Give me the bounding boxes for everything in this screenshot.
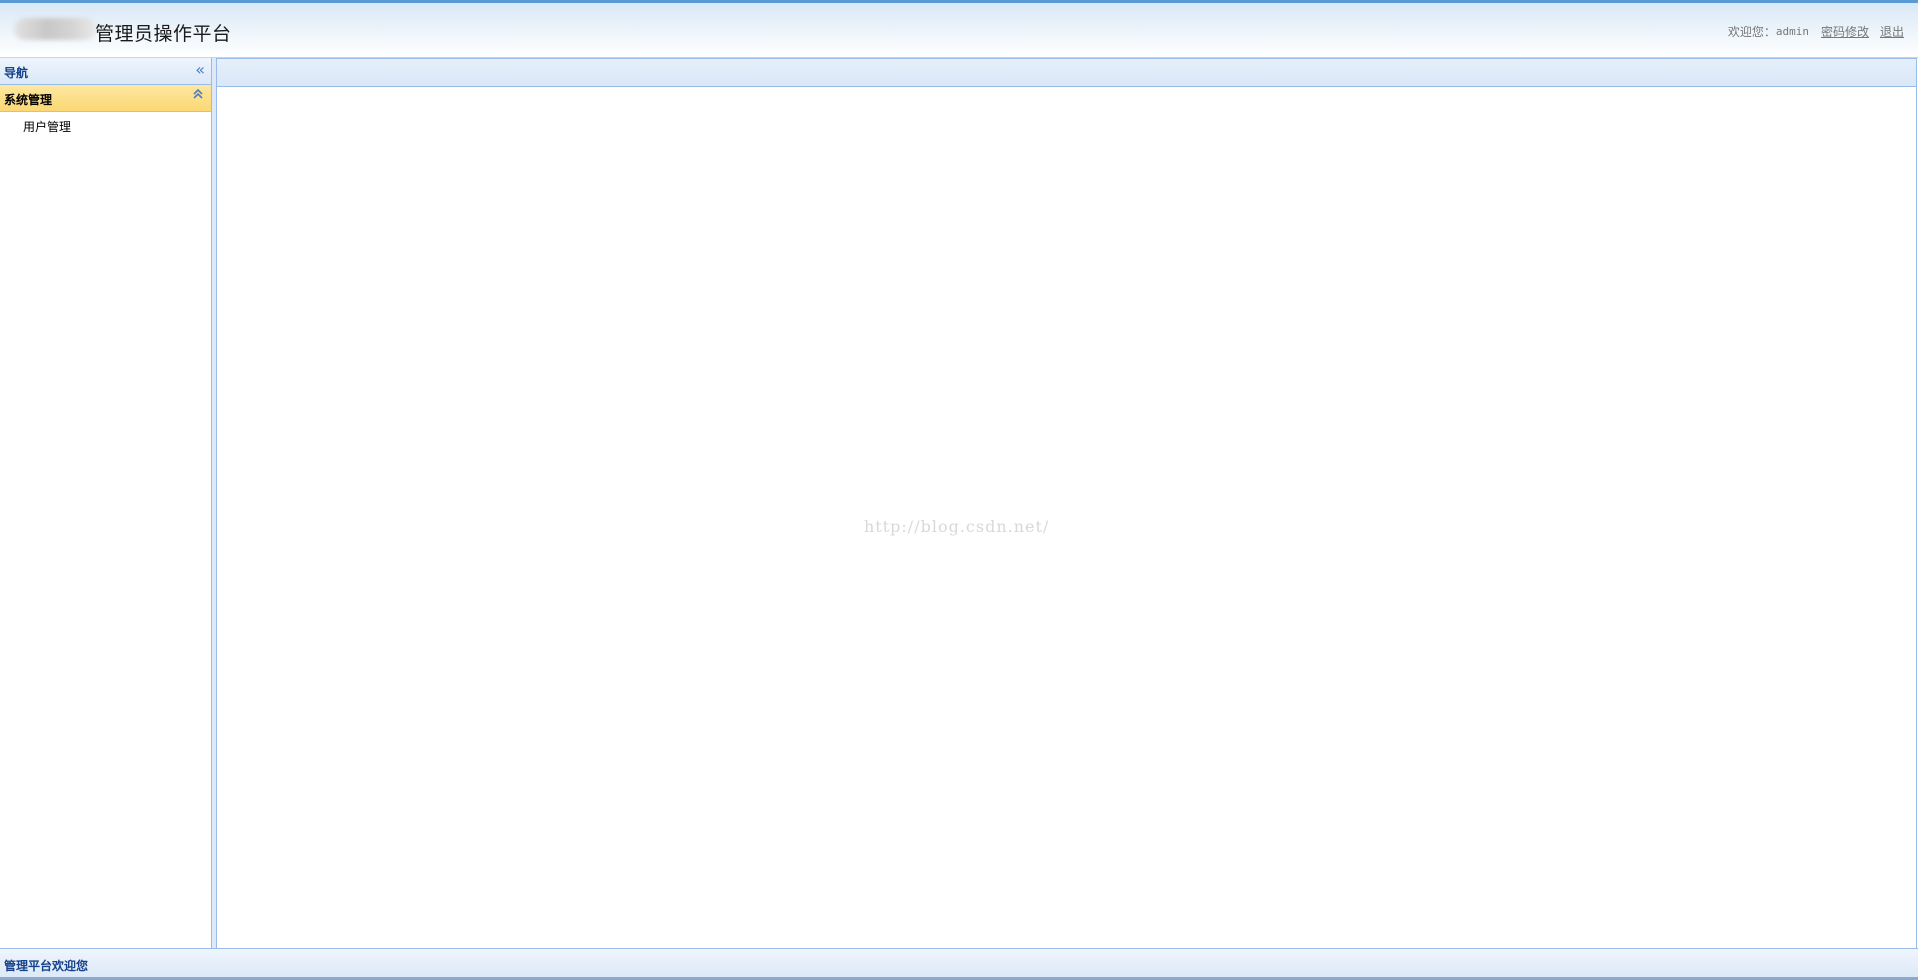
double-chevron-up-svg — [193, 88, 203, 99]
welcome-label: 欢迎您： — [1727, 25, 1776, 39]
watermark: http://blog.csdn.net/ — [864, 517, 1050, 536]
sidebar-group-system[interactable]: 系统管理 — [0, 85, 211, 112]
sidebar-item-user-management[interactable]: 用户管理 — [23, 118, 71, 135]
main-panel: http://blog.csdn.net/ — [217, 58, 1917, 948]
change-password-link[interactable]: 密码修改 — [1821, 23, 1869, 40]
blurred-logo — [14, 18, 96, 40]
footer-status: 管理平台欢迎您 — [4, 959, 89, 973]
tab-strip — [217, 58, 1916, 87]
content-area: http://blog.csdn.net/ — [217, 87, 1916, 948]
double-chevron-left-icon[interactable]: « — [195, 61, 205, 79]
nav-title: 导航 — [4, 66, 29, 80]
app-title: 管理员操作平台 — [95, 23, 232, 45]
sidebar-group-label: 系统管理 — [4, 93, 53, 107]
user-area: 欢迎您： admin 密码修改 退出 — [1728, 23, 1904, 40]
footer-bar: 管理平台欢迎您 — [0, 948, 1918, 980]
header-bar: 管理员操作平台 欢迎您： admin 密码修改 退出 — [0, 0, 1918, 58]
sidebar: 导航 « 系统管理 用户管理 — [0, 58, 212, 948]
logout-link[interactable]: 退出 — [1880, 23, 1904, 40]
double-chevron-up-icon[interactable] — [192, 88, 204, 106]
username: admin — [1775, 25, 1809, 38]
admin-page: 管理员操作平台 欢迎您： admin 密码修改 退出 导航 « 系统管理 用户管… — [0, 0, 1918, 980]
nav-panel-header: 导航 « — [0, 58, 211, 85]
